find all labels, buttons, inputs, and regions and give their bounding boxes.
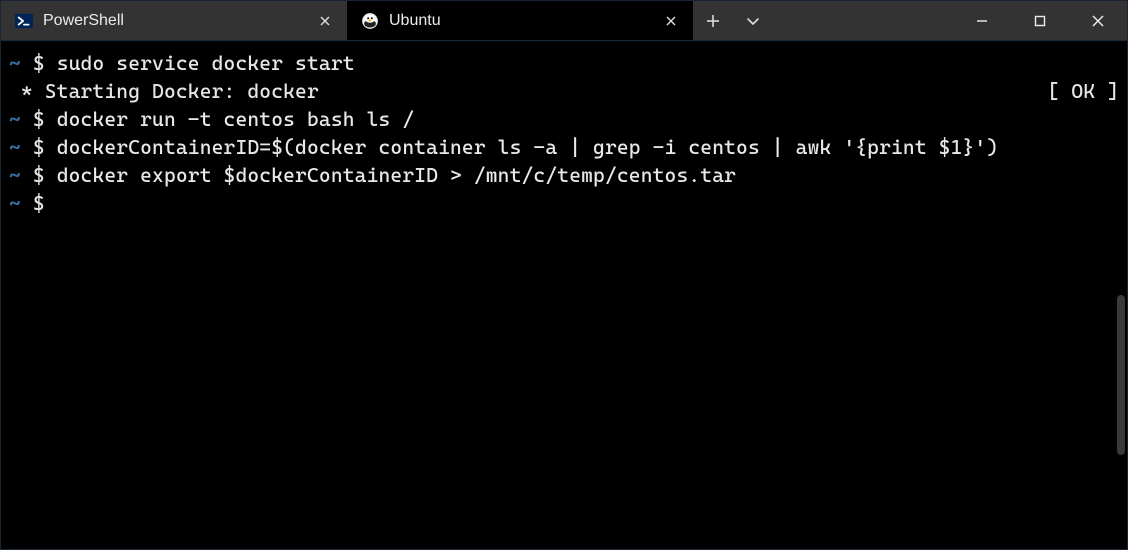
prompt-dollar: $ (33, 135, 45, 159)
command-text: docker run -t centos bash ls / (57, 107, 415, 131)
session-file: ~ $ sudo service docker start * Starting… (9, 49, 1119, 217)
prompt-line: ~ $ sudo service docker start (9, 49, 1119, 77)
window-minimize-button[interactable] (953, 1, 1011, 40)
command-text: dockerContainerID=$(docker container ls … (57, 135, 999, 159)
tab-close-button[interactable] (315, 11, 335, 31)
status-ok: [ OK ] (1047, 77, 1119, 105)
prompt-line: ~ $ docker run -t centos bash ls / (9, 105, 1119, 133)
prompt-dollar: $ (33, 51, 45, 75)
command-text: docker export $dockerContainerID > /mnt/… (57, 163, 736, 187)
prompt-tilde: ~ (9, 163, 21, 187)
prompt-dollar: $ (33, 163, 45, 187)
tab-close-button[interactable] (661, 11, 681, 31)
titlebar-drag-area[interactable] (773, 1, 953, 40)
terminal-window: PowerShell Ubun (0, 0, 1128, 550)
prompt-tilde: ~ (9, 135, 21, 159)
tab-title: PowerShell (43, 12, 305, 30)
title-bar: PowerShell Ubun (1, 1, 1127, 41)
prompt-tilde: ~ (9, 191, 21, 215)
prompt-dollar: $ (33, 191, 45, 215)
prompt-tilde: ~ (9, 51, 21, 75)
terminal-output[interactable]: ~ $ sudo service docker start * Starting… (1, 41, 1127, 549)
tab-ubuntu[interactable]: Ubuntu (347, 1, 693, 40)
ubuntu-icon (361, 12, 379, 30)
prompt-line: ~ $ docker export $dockerContainerID > /… (9, 161, 1119, 189)
output-line: * Starting Docker: docker[ OK ] (9, 77, 1119, 105)
new-tab-button[interactable] (693, 1, 733, 40)
prompt-dollar: $ (33, 107, 45, 131)
command-text: sudo service docker start (57, 51, 355, 75)
tab-powershell[interactable]: PowerShell (1, 1, 347, 40)
window-maximize-button[interactable] (1011, 1, 1069, 40)
prompt-tilde: ~ (9, 107, 21, 131)
scrollbar-thumb[interactable] (1117, 295, 1125, 455)
tab-title: Ubuntu (389, 12, 651, 30)
prompt-line: ~ $ dockerContainerID=$(docker container… (9, 133, 1119, 161)
window-close-button[interactable] (1069, 1, 1127, 40)
powershell-icon (15, 12, 33, 30)
output-message: * Starting Docker: docker (9, 77, 1047, 105)
tab-dropdown-button[interactable] (733, 1, 773, 40)
prompt-line: ~ $ (9, 189, 1119, 217)
